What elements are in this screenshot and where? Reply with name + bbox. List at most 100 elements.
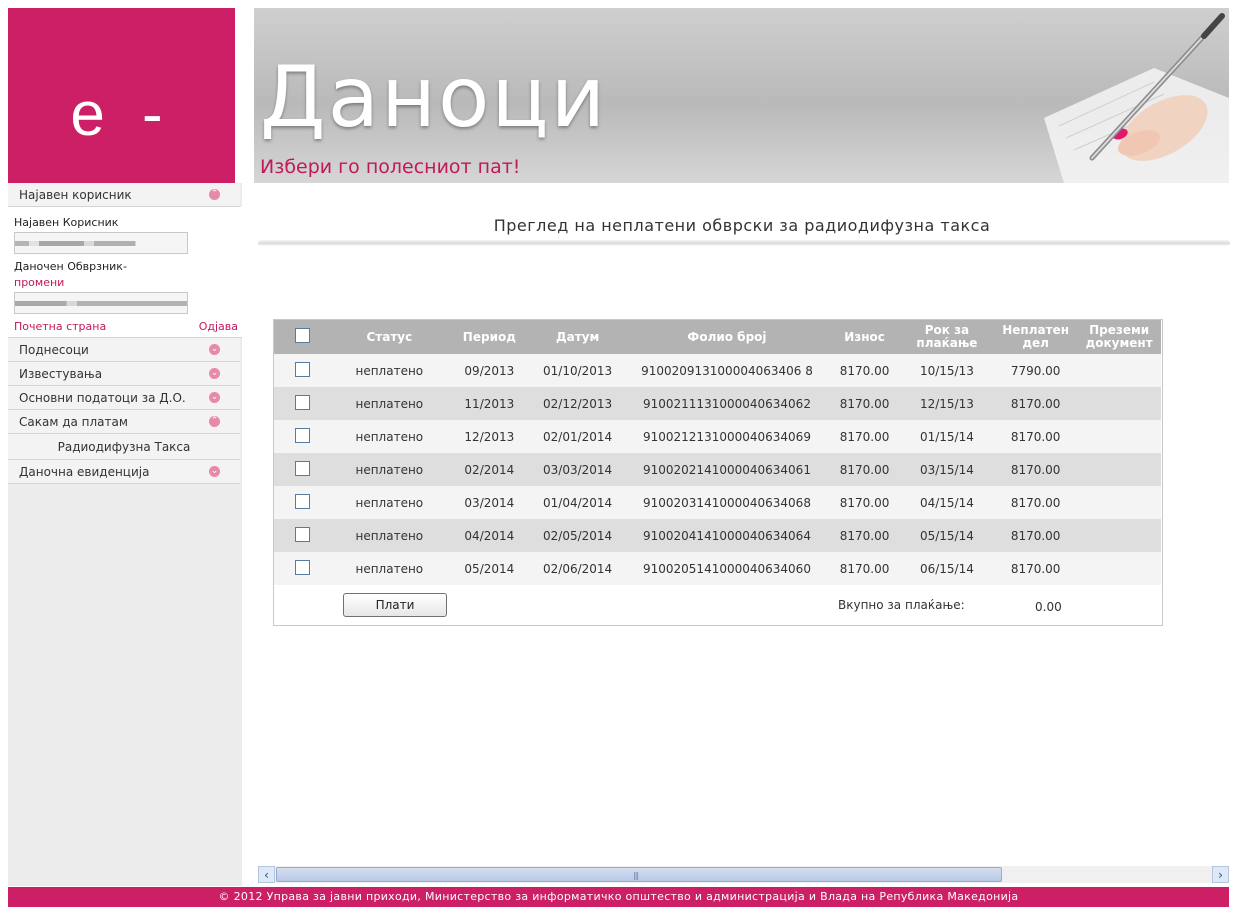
amount-cell: 8170.00: [839, 429, 890, 444]
scroll-right-icon[interactable]: ›: [1212, 866, 1229, 883]
row-checkbox[interactable]: [294, 460, 310, 476]
unpaid-cell: 8170.00: [1010, 429, 1061, 444]
col-amount: Износ: [844, 329, 885, 344]
unpaid-cell: 7790.00: [1010, 363, 1061, 378]
obligations-table-container: Статус Период Датум Фолио број Износ Рок…: [273, 319, 1163, 626]
folio-cell: 9100205141000040634060: [642, 561, 811, 576]
scrollbar-thumb[interactable]: |||: [276, 867, 1002, 882]
select-all-checkbox[interactable]: [294, 328, 310, 343]
total-value: 0.00: [1035, 600, 1062, 614]
scroll-left-icon[interactable]: ‹: [258, 866, 275, 883]
unpaid-cell: 8170.00: [1010, 528, 1061, 543]
logo: e -: [8, 8, 235, 183]
chevron-down-icon: ⌄: [209, 392, 220, 403]
horizontal-scrollbar[interactable]: ‹ ||| ›: [258, 866, 1229, 883]
logo-text: e -: [70, 80, 173, 149]
due-date-cell: 05/15/14: [919, 528, 974, 543]
date-cell: 01/10/2013: [543, 363, 613, 378]
taxpayer-value-redacted: [14, 292, 188, 314]
row-checkbox[interactable]: [294, 493, 310, 509]
chevron-down-icon: ⌄: [209, 466, 220, 477]
due-date-cell: 01/15/14: [919, 429, 974, 444]
download-cell: [1077, 486, 1161, 519]
amount-cell: 8170.00: [839, 495, 890, 510]
chevron-down-icon: ⌄: [209, 344, 220, 355]
home-link[interactable]: Почетна страна: [14, 320, 106, 333]
copyright-footer: © 2012 Управа за јавни приходи, Министер…: [8, 887, 1229, 907]
folio-cell: 910020913100004063406 8: [641, 363, 813, 378]
col-download: Преземи документ: [1085, 323, 1153, 350]
chevron-up-icon: ⌃: [209, 189, 220, 200]
table-row: неплатено 11/2013 02/12/2013 91002111310…: [274, 387, 1161, 420]
unpaid-cell: 8170.00: [1010, 462, 1061, 477]
table-row: неплатено 03/2014 01/04/2014 91002031410…: [274, 486, 1161, 519]
date-cell: 02/06/2014: [543, 561, 613, 576]
sidebar-item-logged-user[interactable]: Најавен корисник ⌃: [8, 183, 240, 207]
row-checkbox[interactable]: [294, 394, 310, 410]
page-title: Преглед на неплатени обврски за радиодиф…: [493, 216, 991, 235]
folio-cell: 9100204141000040634064: [642, 528, 811, 543]
row-checkbox[interactable]: [294, 526, 310, 542]
col-due-date: Рок за плаќање: [916, 323, 978, 350]
sidebar-item-submissions[interactable]: Поднесоци ⌄: [8, 338, 240, 362]
table-row: неплатено 05/2014 02/06/2014 91002051410…: [274, 552, 1161, 585]
logged-user-label: Најавен Корисник: [14, 216, 119, 229]
sidebar: Најавен корисник ⌃ Најавен Корисник Дано…: [8, 183, 242, 886]
due-date-cell: 03/15/14: [919, 462, 974, 477]
col-unpaid: Неплатен дел: [1002, 323, 1069, 350]
row-checkbox[interactable]: [294, 427, 310, 443]
period-cell: 02/2014: [464, 462, 515, 477]
unpaid-cell: 8170.00: [1010, 495, 1061, 510]
status-cell: неплатено: [355, 462, 424, 477]
hand-with-pen-illustration: [1044, 13, 1229, 183]
table-footer: Плати Вкупно за плаќање: 0.00: [274, 592, 1160, 618]
col-date: Датум: [555, 329, 600, 344]
sidebar-item-notifications[interactable]: Известувања ⌄: [8, 362, 240, 386]
sidebar-item-tax-records[interactable]: Даночна евиденција ⌄: [8, 460, 240, 484]
download-cell: [1077, 552, 1161, 585]
heading-divider: [258, 240, 1230, 246]
taxpayer-label: Даночен Обврзник-: [14, 260, 127, 273]
due-date-cell: 12/15/13: [919, 396, 974, 411]
table-row: неплатено 04/2014 02/05/2014 91002041410…: [274, 519, 1161, 552]
period-cell: 11/2013: [464, 396, 515, 411]
logout-link[interactable]: Одјава: [199, 320, 238, 333]
due-date-cell: 04/15/14: [919, 495, 974, 510]
logged-user-value-redacted: [14, 232, 188, 254]
folio-cell: 9100203141000040634068: [642, 495, 811, 510]
row-checkbox[interactable]: [294, 559, 310, 575]
sidebar-item-basic-data[interactable]: Основни податоци за Д.О. ⌄: [8, 386, 240, 410]
amount-cell: 8170.00: [839, 363, 890, 378]
date-cell: 02/01/2014: [543, 429, 613, 444]
date-cell: 01/04/2014: [543, 495, 613, 510]
folio-cell: 9100212131000040634069: [642, 429, 811, 444]
period-cell: 12/2013: [464, 429, 515, 444]
status-cell: неплатено: [355, 396, 424, 411]
table-row: неплатено 09/2013 01/10/2013 91002091310…: [274, 354, 1161, 387]
table-header-row: Статус Период Датум Фолио број Износ Рок…: [274, 320, 1161, 354]
download-cell: [1077, 354, 1161, 387]
sidebar-item-label: Даночна евиденција: [19, 464, 150, 479]
period-cell: 09/2013: [464, 363, 515, 378]
download-cell: [1077, 387, 1161, 420]
folio-cell: 9100202141000040634061: [642, 462, 811, 477]
date-cell: 03/03/2014: [543, 462, 613, 477]
sidebar-subitem-broadcast-fee[interactable]: Радиодифузна Такса: [8, 434, 240, 460]
sidebar-item-i-want-to-pay[interactable]: Сакам да платам ⌃: [8, 410, 240, 434]
row-checkbox[interactable]: [294, 361, 310, 377]
banner-slogan: Избери го полесниот пат!: [260, 156, 521, 178]
download-cell: [1077, 453, 1161, 486]
header-banner: Даноци Избери го полесниот пат!: [254, 8, 1229, 183]
status-cell: неплатено: [355, 528, 424, 543]
due-date-cell: 10/15/13: [919, 363, 974, 378]
chevron-up-icon: ⌃: [209, 416, 220, 427]
chevron-down-icon: ⌄: [209, 368, 220, 379]
status-cell: неплатено: [355, 429, 424, 444]
date-cell: 02/12/2013: [543, 396, 613, 411]
user-panel: Најавен Корисник Даночен Обврзник- проме…: [8, 207, 242, 338]
due-date-cell: 06/15/14: [919, 561, 974, 576]
col-folio: Фолио број: [687, 329, 767, 344]
banner-title: Даноци: [260, 48, 608, 146]
change-taxpayer-link[interactable]: промени: [14, 276, 242, 289]
pay-button[interactable]: Плати: [343, 593, 447, 617]
